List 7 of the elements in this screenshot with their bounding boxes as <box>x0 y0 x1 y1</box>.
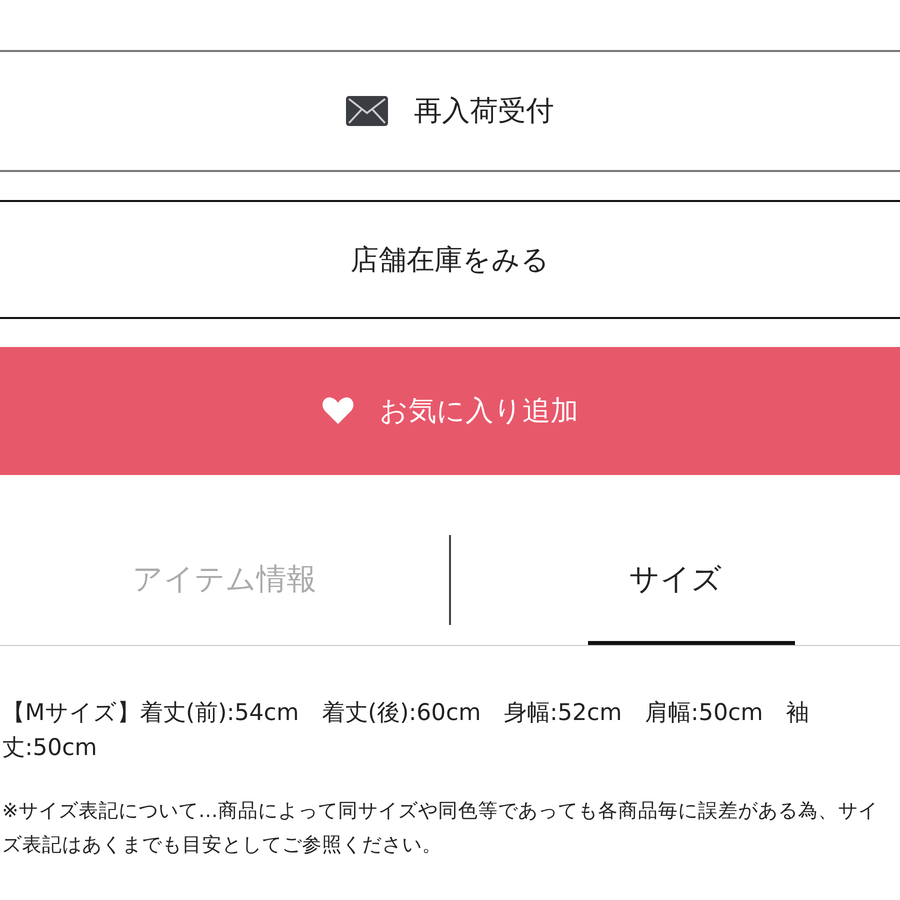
size-note: ※サイズ表記について…商品によって同サイズや同色等であっても各商品毎に誤差がある為、サイズ表記はあくまでも目安としてご参照ください。 <box>2 798 879 858</box>
envelope-icon <box>346 96 388 126</box>
heart-icon <box>322 397 354 425</box>
tab[interactable]: サイズ <box>629 559 722 599</box>
restock-button[interactable]: 再入荷受付 <box>0 50 900 172</box>
store-stock-button[interactable]: 店舗在庫をみる <box>0 200 900 319</box>
size-measurements: 【Mサイズ】着丈(前):54cm 着丈(後):60cm 身幅:52cm 肩幅:50cm 袖丈:50cm <box>2 699 810 763</box>
